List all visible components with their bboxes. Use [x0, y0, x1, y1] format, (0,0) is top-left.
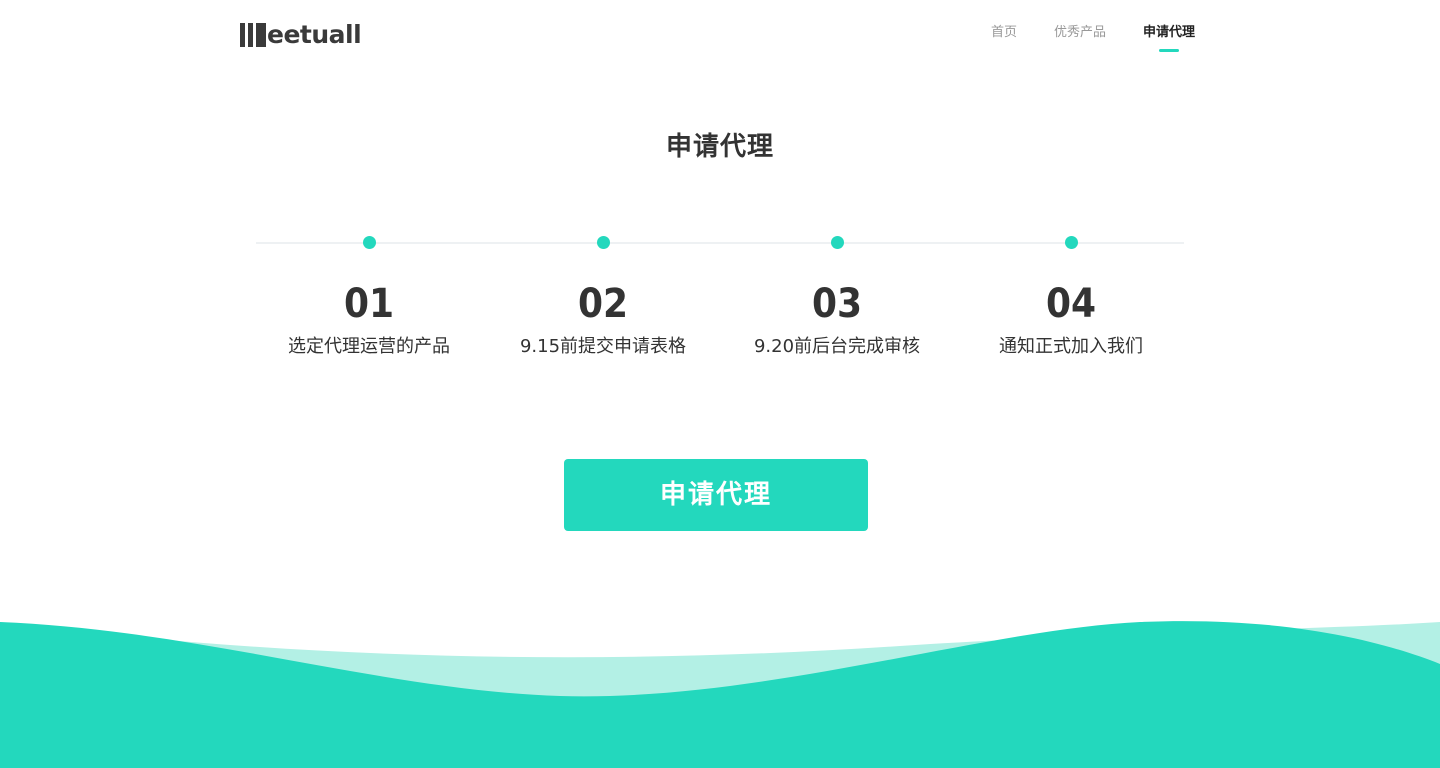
- nav-item-label: 首页: [990, 25, 1017, 40]
- step-text: 选定代理运营的产品: [288, 336, 450, 357]
- step-dot: [830, 236, 844, 249]
- step-number: 04: [1045, 281, 1097, 327]
- step-number: 01: [343, 281, 395, 327]
- active-nav-indicator: [1158, 49, 1179, 52]
- header: eetuall 首页 优秀产品 申请代理: [0, 0, 1440, 66]
- nav-item-products[interactable]: 优秀产品: [1054, 22, 1106, 44]
- logo-m-mark-icon: [240, 23, 266, 47]
- logo[interactable]: eetuall: [240, 19, 362, 49]
- step-dot: [1064, 236, 1078, 249]
- step-item: 04 通知正式加入我们: [954, 236, 1188, 360]
- nav-item-label: 申请代理: [1142, 25, 1195, 40]
- nav-item-label: 优秀产品: [1053, 25, 1106, 40]
- step-text: 9.20前后台完成审核: [753, 336, 921, 357]
- step-dot: [596, 236, 610, 249]
- step-item: 02 9.15前提交申请表格: [486, 236, 720, 360]
- step-number: 03: [811, 281, 863, 327]
- page-title: 申请代理: [665, 132, 774, 162]
- wave-front: [0, 621, 1440, 768]
- step-text: 通知正式加入我们: [999, 336, 1143, 357]
- step-item: 03 9.20前后台完成审核: [720, 236, 954, 360]
- nav-item-apply-agent[interactable]: 申请代理: [1142, 22, 1195, 52]
- step-item: 01 选定代理运营的产品: [252, 236, 486, 360]
- logo-text: eetuall: [267, 20, 362, 49]
- step-number: 02: [577, 281, 629, 327]
- main-nav: 首页 优秀产品 申请代理: [954, 22, 1195, 52]
- footer-wave-decoration: [0, 621, 1440, 768]
- step-text: 9.15前提交申请表格: [519, 336, 687, 357]
- nav-item-home[interactable]: 首页: [991, 22, 1017, 44]
- step-dot: [362, 236, 376, 249]
- apply-agent-button[interactable]: 申请代理: [564, 459, 868, 531]
